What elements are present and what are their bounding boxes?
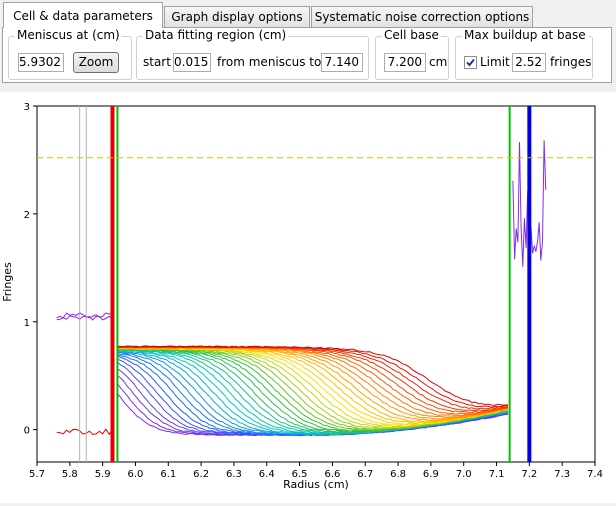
zoom-button[interactable]: Zoom [73,52,119,73]
x-tick-label: 6.2 [193,469,209,480]
fitting-start-label: start [143,55,171,69]
x-tick-label: 7.4 [587,469,603,480]
max-buildup-input[interactable]: 2.52 [512,53,546,72]
cell-base-input[interactable]: 7.200 [384,53,426,72]
fitting-region-group-label: Data fitting region (cm) [143,28,289,42]
max-buildup-group-label: Max buildup at base [462,28,588,42]
checkmark-icon [466,58,475,67]
y-tick-label: 3 [24,102,30,113]
y-axis-label: Fringes [1,262,14,302]
fitting-end-input[interactable]: 7.140 [321,53,363,72]
x-tick-label: 6.1 [160,469,176,480]
x-tick-label: 6.3 [226,469,242,480]
x-tick-label: 6.8 [390,469,406,480]
x-tick-label: 7.3 [554,469,570,480]
cell-base-unit: cm [429,55,448,69]
tab-cell-data-parameters[interactable]: Cell & data parameters [3,2,163,28]
meniscus-group-label: Meniscus at (cm) [15,28,122,42]
x-tick-label: 7.1 [489,469,505,480]
tab-strip: Cell & data parameters Graph display opt… [0,0,616,28]
chart-area: 5.7 5.8 5.9 6.0 6.1 6.2 6.3 6.4 6.5 6.6 6.7 6.8 6.9 7… [0,92,616,503]
x-tick-label: 6.7 [357,469,373,480]
max-buildup-group: Max buildup at base Limit 2.52 fringes [455,28,593,80]
cell-base-group-label: Cell base [382,28,441,42]
y-tick-label: 2 [24,210,30,221]
x-tick-label: 5.9 [95,469,111,480]
x-tick-label: 5.8 [62,469,78,480]
x-tick-label: 6.4 [259,469,275,480]
parameters-panel: Meniscus at (cm) 5.9302 Zoom Data fittin… [2,27,612,83]
tab-graph-display-options[interactable]: Graph display options [164,6,310,27]
x-axis-label: Radius (cm) [283,478,349,491]
x-tick-label: 5.7 [29,469,45,480]
x-tick-label: 6.0 [128,469,144,480]
meniscus-group: Meniscus at (cm) 5.9302 Zoom [8,28,132,80]
meniscus-input[interactable]: 5.9302 [18,53,64,72]
x-tick-label: 7.2 [521,469,537,480]
cell-base-group: Cell base 7.200 cm [375,28,449,80]
tab-systematic-noise-correction-options[interactable]: Systematic noise correction options [311,6,533,27]
plot-frame [36,105,596,463]
limit-label: Limit [480,55,510,69]
limit-checkbox[interactable] [464,56,477,69]
fitting-start-input[interactable]: 0.015 [173,53,211,72]
fitting-region-group: Data fitting region (cm) start 0.015 fro… [136,28,369,80]
max-buildup-unit: fringes [550,55,592,69]
fitting-mid-label: from meniscus to [217,55,322,69]
x-tick-label: 7.0 [456,469,472,480]
x-tick-label: 6.9 [423,469,439,480]
y-tick-label: 1 [24,318,30,329]
fringe-chart[interactable]: 5.7 5.8 5.9 6.0 6.1 6.2 6.3 6.4 6.5 6.6 6.7 6.8 6.9 7… [0,92,616,503]
y-tick-label: 0 [24,426,30,437]
